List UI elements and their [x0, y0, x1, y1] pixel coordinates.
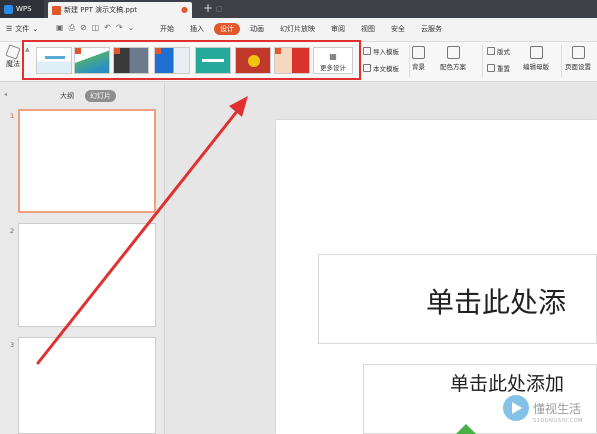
reset-label: 重置 — [497, 65, 510, 73]
color-scheme-icon — [446, 46, 460, 59]
edit-master-button[interactable]: 编辑母版 — [523, 46, 549, 71]
menu-tab-animation[interactable]: 动画 — [244, 23, 270, 35]
window-icon[interactable]: ▢ — [216, 5, 223, 13]
subtitle-placeholder-text: 单击此处添加 — [450, 373, 565, 395]
menu-tab-design[interactable]: 设计 — [214, 23, 240, 35]
ribbon-divider — [561, 45, 562, 77]
document-tab-label: 新建 PPT 演示文稿.ppt — [64, 6, 138, 14]
color-scheme-label: 配色方案 — [440, 63, 466, 71]
menu-tab-slideshow[interactable]: 幻灯片放映 — [274, 23, 321, 35]
slide-thumbnail[interactable] — [18, 223, 156, 327]
slide-thumbnail[interactable] — [18, 337, 156, 434]
hamburger-icon: ☰ — [6, 25, 13, 33]
wps-app-label: WPS — [16, 5, 32, 13]
wps-home-tab[interactable]: WPS — [0, 0, 44, 18]
background-label: 背景 — [412, 63, 425, 71]
highlight-box — [22, 40, 361, 80]
watermark-subtext: 51DONGSHI.COM — [533, 418, 584, 424]
magic-wand-icon — [5, 44, 21, 60]
menu-tab-view[interactable]: 视图 — [355, 23, 381, 35]
menu-tab-insert[interactable]: 插入 — [184, 23, 210, 35]
save-icon[interactable]: ▣ — [56, 23, 64, 33]
slide-number: 1 — [10, 112, 15, 120]
layout-icon — [487, 47, 495, 55]
menu-tabs: 开始 插入 设计 动画 幻灯片放映 审阅 视图 安全 云服务 — [154, 23, 452, 35]
edit-master-icon — [529, 46, 543, 59]
slide-number: 2 — [10, 227, 15, 235]
new-tab-icon[interactable]: + — [203, 1, 213, 15]
reset-button[interactable]: 重置 — [487, 63, 510, 73]
menu-tab-cloud[interactable]: 云服务 — [415, 23, 448, 35]
redo-icon[interactable]: ↷ — [116, 23, 123, 33]
page-setup-icon — [571, 46, 585, 59]
layout-label: 版式 — [497, 48, 510, 56]
reset-icon — [487, 64, 495, 72]
ppt-file-icon — [52, 5, 61, 15]
panel-tabs: 大纲 幻灯片 — [55, 90, 116, 102]
wps-logo-icon — [4, 4, 13, 14]
magic-button[interactable]: 魔法 — [3, 44, 23, 69]
slide-editor-canvas: 单击此处添 单击此处添加 — [166, 83, 597, 434]
title-placeholder[interactable]: 单击此处添 — [318, 254, 597, 344]
import-template-label: 导入模板 — [373, 48, 399, 56]
text-template-icon — [363, 64, 371, 72]
file-menu[interactable]: ☰ 文件 ⌄ — [6, 24, 38, 34]
file-menu-label: 文件 — [15, 25, 30, 33]
print-icon[interactable]: ⎙ — [69, 23, 75, 33]
preview-icon[interactable]: ⊘ — [80, 23, 87, 33]
ribbon-divider — [482, 45, 483, 77]
chevron-down-icon: ⌄ — [32, 25, 39, 33]
watermark-logo — [503, 395, 529, 421]
close-tab-icon[interactable]: ● — [181, 5, 188, 14]
menu-tab-review[interactable]: 审阅 — [325, 23, 351, 35]
menu-tab-home[interactable]: 开始 — [154, 23, 180, 35]
tab-slides[interactable]: 幻灯片 — [85, 90, 116, 102]
text-template-label: 本文模板 — [373, 65, 399, 73]
title-placeholder-text: 单击此处添 — [426, 286, 567, 319]
tab-outline[interactable]: 大纲 — [55, 90, 79, 102]
text-template-button[interactable]: 本文模板 — [363, 63, 399, 73]
slide-number: 3 — [10, 341, 15, 349]
slides-panel: ◂ 大纲 幻灯片 1 2 3 — [0, 83, 165, 434]
export-icon[interactable]: ◫ — [92, 23, 100, 33]
edit-master-label: 编辑母版 — [523, 63, 549, 71]
green-shape — [456, 424, 476, 434]
collapse-panel-icon[interactable]: ◂ — [4, 91, 7, 98]
page-setup-button[interactable]: 页面设置 — [565, 46, 591, 71]
import-template-button[interactable]: 导入模板 — [363, 46, 399, 56]
slide-thumbnail[interactable] — [18, 109, 156, 213]
slide[interactable]: 单击此处添 单击此处添加 — [276, 120, 597, 434]
watermark-text: 懂视生活 — [533, 402, 582, 416]
title-bar: WPS 新建 PPT 演示文稿.ppt ▢ ● + — [0, 0, 597, 18]
menu-bar: ☰ 文件 ⌄ ▣ ⎙ ⊘ ◫ ↶ ↷ ⌄ 开始 插入 设计 动画 幻灯片放映 审… — [0, 18, 597, 42]
quick-access-toolbar: ▣ ⎙ ⊘ ◫ ↶ ↷ ⌄ — [56, 23, 134, 33]
undo-icon[interactable]: ↶ — [104, 23, 111, 33]
magic-label: 魔法 — [6, 60, 20, 68]
page-setup-label: 页面设置 — [565, 63, 591, 71]
background-button[interactable]: 背景 — [412, 46, 425, 71]
color-scheme-button[interactable]: 配色方案 — [440, 46, 466, 71]
customize-icon[interactable]: ⌄ — [128, 23, 135, 33]
import-template-icon — [363, 47, 371, 55]
document-tab[interactable]: 新建 PPT 演示文稿.ppt ▢ ● — [48, 2, 223, 18]
background-icon — [412, 46, 425, 59]
layout-button[interactable]: 版式 — [487, 46, 510, 56]
menu-tab-security[interactable]: 安全 — [385, 23, 411, 35]
ribbon-divider — [409, 45, 410, 77]
